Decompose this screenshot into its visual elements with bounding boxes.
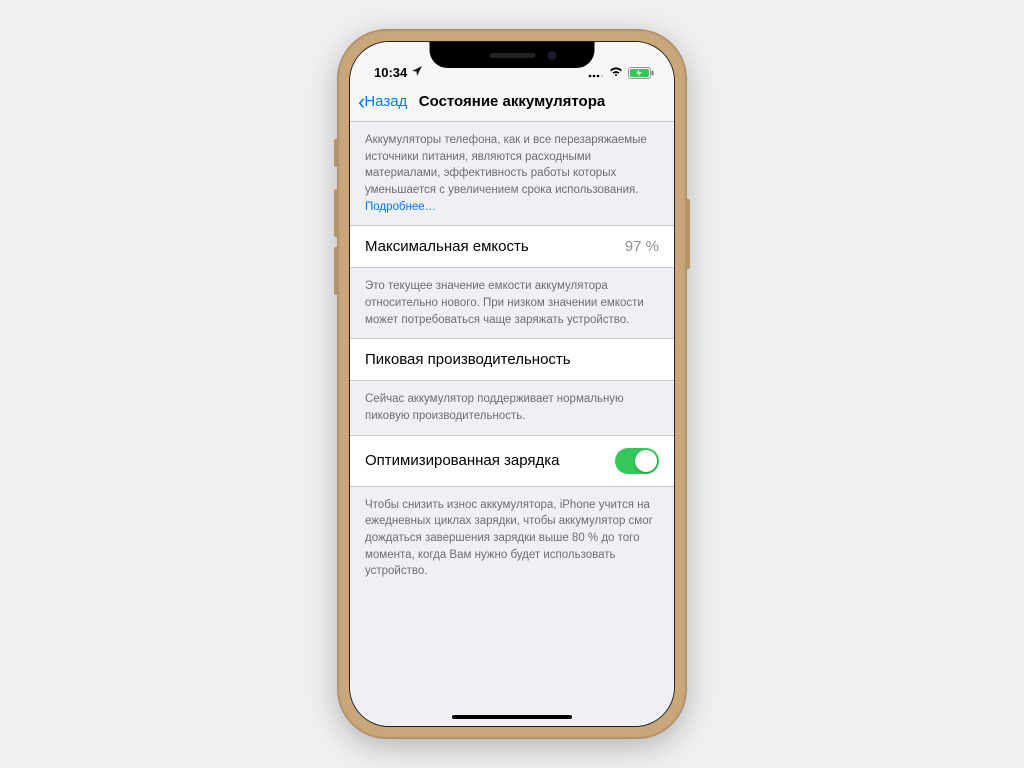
peak-performance-desc: Сейчас аккумулятор поддерживает нормальн… bbox=[350, 381, 674, 434]
home-indicator[interactable] bbox=[452, 715, 572, 719]
back-button[interactable]: ‹ Назад bbox=[358, 91, 407, 113]
optimized-charging-desc: Чтобы снизить износ аккумулятора, iPhone… bbox=[350, 487, 674, 590]
optimized-charging-cell[interactable]: Оптимизированная зарядка bbox=[350, 435, 674, 487]
content-scroll[interactable]: Аккумуляторы телефона, как и все перезар… bbox=[350, 122, 674, 726]
optimized-charging-toggle[interactable] bbox=[615, 448, 659, 474]
learn-more-link[interactable]: Подробнее… bbox=[365, 201, 436, 213]
optimized-charging-label: Оптимизированная зарядка bbox=[365, 452, 560, 469]
phone-frame: 10:34 bbox=[337, 29, 687, 739]
max-capacity-label: Максимальная емкость bbox=[365, 238, 529, 255]
wifi-icon bbox=[609, 65, 623, 80]
max-capacity-cell[interactable]: Максимальная емкость 97 % bbox=[350, 225, 674, 268]
location-icon bbox=[412, 66, 422, 79]
max-capacity-desc: Это текущее значение емкости аккумулятор… bbox=[350, 268, 674, 338]
nav-bar: ‹ Назад Состояние аккумулятора bbox=[350, 82, 674, 122]
max-capacity-value: 97 % bbox=[625, 238, 659, 255]
signal-icon bbox=[588, 68, 604, 78]
status-time: 10:34 bbox=[374, 65, 407, 80]
peak-performance-label: Пиковая производительность bbox=[365, 351, 571, 368]
screen: 10:34 bbox=[349, 41, 675, 727]
peak-performance-cell[interactable]: Пиковая производительность bbox=[350, 338, 674, 381]
back-label: Назад bbox=[364, 93, 407, 110]
battery-icon bbox=[628, 67, 654, 79]
notch bbox=[430, 42, 595, 68]
intro-description: Аккумуляторы телефона, как и все перезар… bbox=[350, 122, 674, 225]
